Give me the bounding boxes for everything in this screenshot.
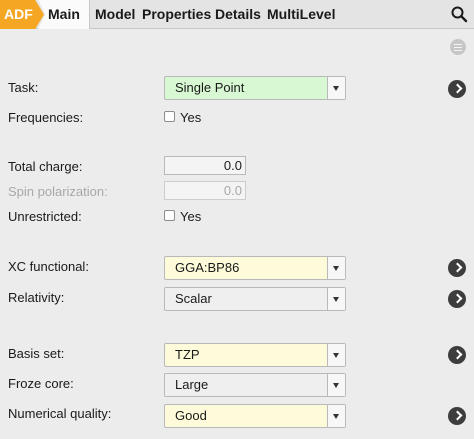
tab-details[interactable]: Details	[215, 0, 261, 29]
task-select[interactable]: Single Point	[164, 76, 346, 100]
chevron-down-icon[interactable]	[327, 288, 345, 310]
relativity-select[interactable]: Scalar	[164, 287, 346, 311]
basis-set-details-icon[interactable]	[448, 346, 466, 364]
hamburger-menu-icon[interactable]	[450, 39, 466, 55]
basis-set-select[interactable]: TZP	[164, 343, 346, 367]
task-value: Single Point	[175, 80, 245, 95]
tab-properties[interactable]: Properties	[142, 0, 211, 29]
chevron-down-icon[interactable]	[327, 77, 345, 99]
spin-polarization-input: 0.0	[164, 181, 246, 200]
xc-functional-label: XC functional:	[8, 259, 89, 274]
spin-polarization-label: Spin polarization:	[8, 184, 108, 199]
xc-functional-select[interactable]: GGA:BP86	[164, 256, 346, 280]
chevron-down-icon[interactable]	[327, 405, 345, 427]
frequencies-checkbox-label: Yes	[180, 110, 202, 125]
frequencies-checkbox[interactable]	[164, 111, 175, 122]
tab-main[interactable]: Main	[38, 0, 90, 29]
numerical-quality-label: Numerical quality:	[8, 406, 112, 421]
tab-bar: ADF Main Model Properties Details MultiL…	[0, 0, 474, 29]
basis-set-value: TZP	[175, 347, 200, 362]
numerical-quality-details-icon[interactable]	[448, 407, 466, 425]
xc-functional-details-icon[interactable]	[448, 259, 466, 277]
tab-adf[interactable]: ADF	[0, 0, 44, 29]
unrestricted-checkbox-label: Yes	[180, 209, 202, 224]
frequencies-label: Frequencies:	[8, 110, 84, 125]
numerical-quality-select[interactable]: Good	[164, 404, 346, 428]
froze-core-value: Large	[175, 377, 209, 392]
search-icon[interactable]	[450, 5, 468, 23]
chevron-down-icon[interactable]	[327, 344, 345, 366]
basis-set-label: Basis set:	[8, 346, 65, 361]
total-charge-label: Total charge:	[8, 159, 83, 174]
task-label: Task:	[8, 80, 39, 95]
froze-core-label: Froze core:	[8, 376, 74, 391]
relativity-details-icon[interactable]	[448, 290, 466, 308]
numerical-quality-value: Good	[175, 408, 207, 423]
task-details-icon[interactable]	[448, 80, 466, 98]
tab-model[interactable]: Model	[95, 0, 135, 29]
xc-functional-value: GGA:BP86	[175, 260, 240, 275]
chevron-down-icon[interactable]	[327, 257, 345, 279]
unrestricted-label: Unrestricted:	[8, 209, 82, 224]
total-charge-input[interactable]: 0.0	[164, 156, 246, 175]
tab-multilevel[interactable]: MultiLevel	[267, 0, 335, 29]
froze-core-select[interactable]: Large	[164, 373, 346, 397]
unrestricted-checkbox[interactable]	[164, 210, 175, 221]
chevron-down-icon[interactable]	[327, 374, 345, 396]
relativity-value: Scalar	[175, 291, 212, 306]
relativity-label: Relativity:	[8, 290, 65, 305]
